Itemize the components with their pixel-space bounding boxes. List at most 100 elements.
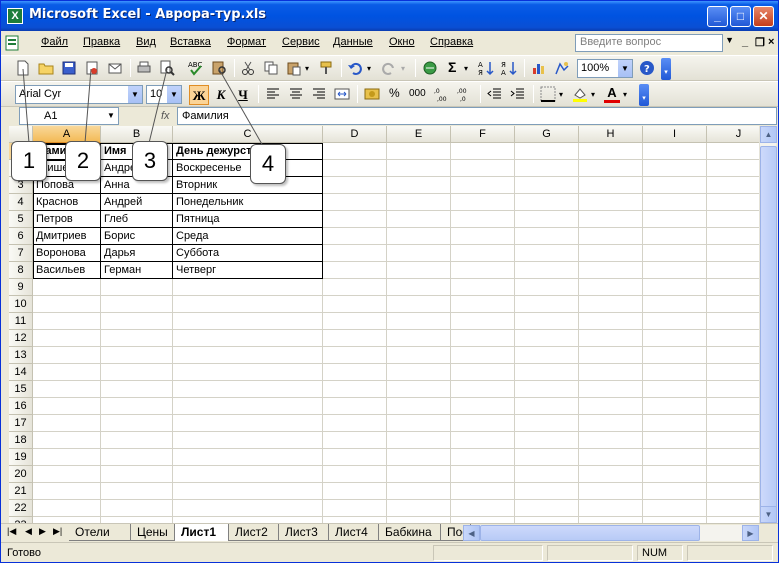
cell[interactable]: Петров xyxy=(33,211,101,228)
zoom-dropdown-icon[interactable]: ▼ xyxy=(618,60,632,77)
font-name-select[interactable]: Arial Cyr ▼ xyxy=(15,85,143,104)
help-question-input[interactable]: Введите вопрос ▼ xyxy=(575,34,734,52)
sort-ascending-icon[interactable]: АЯ xyxy=(478,60,494,76)
menu-help[interactable]: Справка xyxy=(430,36,473,48)
column-header-i[interactable]: I xyxy=(643,126,707,143)
undo-dropdown-icon[interactable]: ▾ xyxy=(367,64,375,80)
vertical-scrollbar[interactable]: ▲ ▼ xyxy=(759,126,777,523)
copy-icon[interactable] xyxy=(263,60,279,76)
redo-icon[interactable] xyxy=(381,60,397,76)
row-header[interactable]: 21 xyxy=(9,483,33,500)
print-icon[interactable] xyxy=(136,60,152,76)
autosum-icon[interactable]: Σ xyxy=(448,59,464,75)
row-header[interactable]: 17 xyxy=(9,415,33,432)
print-preview-icon[interactable] xyxy=(159,60,175,76)
row-header[interactable]: 18 xyxy=(9,432,33,449)
column-header-d[interactable]: D xyxy=(323,126,387,143)
cell[interactable]: Пятница xyxy=(173,211,323,228)
cell[interactable]: Глеб xyxy=(101,211,173,228)
row-header[interactable]: 9 xyxy=(9,279,33,296)
excel-doc-icon[interactable] xyxy=(5,35,19,51)
decrease-indent-icon[interactable] xyxy=(487,86,503,102)
paste-dropdown-icon[interactable]: ▾ xyxy=(305,64,313,80)
row-header[interactable]: 13 xyxy=(9,347,33,364)
zoom-select[interactable]: 100% ▼ xyxy=(577,59,633,78)
chart-wizard-icon[interactable] xyxy=(531,60,547,76)
italic-button[interactable]: К xyxy=(211,85,231,105)
horizontal-scroll-thumb[interactable] xyxy=(480,525,700,541)
column-header-g[interactable]: G xyxy=(515,126,579,143)
formula-input[interactable]: Фамилия xyxy=(177,107,777,125)
sheet-tab[interactable]: Отели xyxy=(69,524,131,541)
column-header-f[interactable]: F xyxy=(451,126,515,143)
row-header[interactable]: 19 xyxy=(9,449,33,466)
toolbar-options-icon[interactable]: ▾ xyxy=(639,84,649,106)
borders-icon[interactable] xyxy=(540,86,556,102)
scroll-left-icon[interactable]: ◀ xyxy=(463,525,480,541)
research-icon[interactable] xyxy=(211,60,227,76)
maximize-button[interactable]: □ xyxy=(730,6,751,27)
menu-format[interactable]: Формат xyxy=(227,36,266,48)
merge-center-icon[interactable] xyxy=(334,86,350,102)
font-name-dropdown-icon[interactable]: ▼ xyxy=(128,86,142,103)
name-box[interactable]: A1 ▼ xyxy=(19,107,119,125)
cell[interactable]: Воскресенье xyxy=(173,160,323,177)
sheet-tab[interactable]: Лист3 xyxy=(279,524,329,541)
name-box-dropdown-icon[interactable]: ▼ xyxy=(104,108,118,124)
format-painter-icon[interactable] xyxy=(318,60,334,76)
cell[interactable]: Воронова xyxy=(33,245,101,262)
cut-icon[interactable] xyxy=(240,60,256,76)
menu-insert[interactable]: Вставка xyxy=(170,36,211,48)
align-center-icon[interactable] xyxy=(288,86,304,102)
fill-color-icon[interactable] xyxy=(572,86,588,102)
cell[interactable]: День дежурства xyxy=(173,143,323,160)
cell[interactable]: Среда xyxy=(173,228,323,245)
redo-dropdown-icon[interactable]: ▾ xyxy=(401,64,409,80)
sort-descending-icon[interactable]: ЯА xyxy=(501,60,517,76)
sheet-tab[interactable]: Лист1 xyxy=(175,524,229,541)
currency-icon[interactable] xyxy=(364,86,380,102)
cell[interactable]: Суббота xyxy=(173,245,323,262)
row-header[interactable]: 14 xyxy=(9,364,33,381)
cell[interactable]: Андрей xyxy=(101,194,173,211)
minimize-button[interactable]: _ xyxy=(707,6,728,27)
row-header[interactable]: 6 xyxy=(9,228,33,245)
cell[interactable]: Дарья xyxy=(101,245,173,262)
column-header-c[interactable]: C xyxy=(173,126,323,143)
save-icon[interactable] xyxy=(61,60,77,76)
align-right-icon[interactable] xyxy=(311,86,327,102)
menu-edit[interactable]: Правка xyxy=(83,36,120,48)
close-button[interactable]: ✕ xyxy=(753,6,774,27)
scroll-right-icon[interactable]: ▶ xyxy=(742,525,759,541)
row-header[interactable]: 20 xyxy=(9,466,33,483)
bold-button[interactable]: Ж xyxy=(189,85,209,105)
row-header[interactable]: 22 xyxy=(9,500,33,517)
cell[interactable]: Понедельник xyxy=(173,194,323,211)
row-header[interactable]: 15 xyxy=(9,381,33,398)
last-sheet-icon[interactable]: ▶| xyxy=(53,526,62,537)
row-header[interactable]: 11 xyxy=(9,313,33,330)
increase-indent-icon[interactable] xyxy=(510,86,526,102)
underline-button[interactable]: Ч xyxy=(233,85,253,105)
cell[interactable]: Краснов xyxy=(33,194,101,211)
autosum-dropdown-icon[interactable]: ▾ xyxy=(464,64,472,80)
borders-dropdown-icon[interactable]: ▾ xyxy=(559,90,567,106)
column-header-j[interactable]: J xyxy=(707,126,759,143)
menu-data[interactable]: Данные xyxy=(333,36,373,48)
toolbar-options-icon[interactable]: ▾ xyxy=(661,58,671,80)
prev-sheet-icon[interactable]: ◀ xyxy=(25,526,32,537)
column-header-h[interactable]: H xyxy=(579,126,643,143)
doc-restore-button[interactable]: ❐ xyxy=(755,36,765,49)
email-icon[interactable] xyxy=(107,60,123,76)
font-color-dropdown-icon[interactable]: ▾ xyxy=(623,90,631,106)
permission-icon[interactable] xyxy=(84,60,100,76)
doc-close-button[interactable]: × xyxy=(768,36,774,48)
font-size-select[interactable]: 10 ▼ xyxy=(146,85,182,104)
scroll-up-icon[interactable]: ▲ xyxy=(760,126,777,143)
horizontal-scrollbar[interactable]: ◀ ▶ xyxy=(463,525,759,541)
fill-color-dropdown-icon[interactable]: ▾ xyxy=(591,90,599,106)
menu-tools[interactable]: Сервис xyxy=(282,36,320,48)
font-size-dropdown-icon[interactable]: ▼ xyxy=(167,86,181,103)
thousands-separator-button[interactable]: 000 xyxy=(409,88,429,104)
menu-view[interactable]: Вид xyxy=(136,36,156,48)
